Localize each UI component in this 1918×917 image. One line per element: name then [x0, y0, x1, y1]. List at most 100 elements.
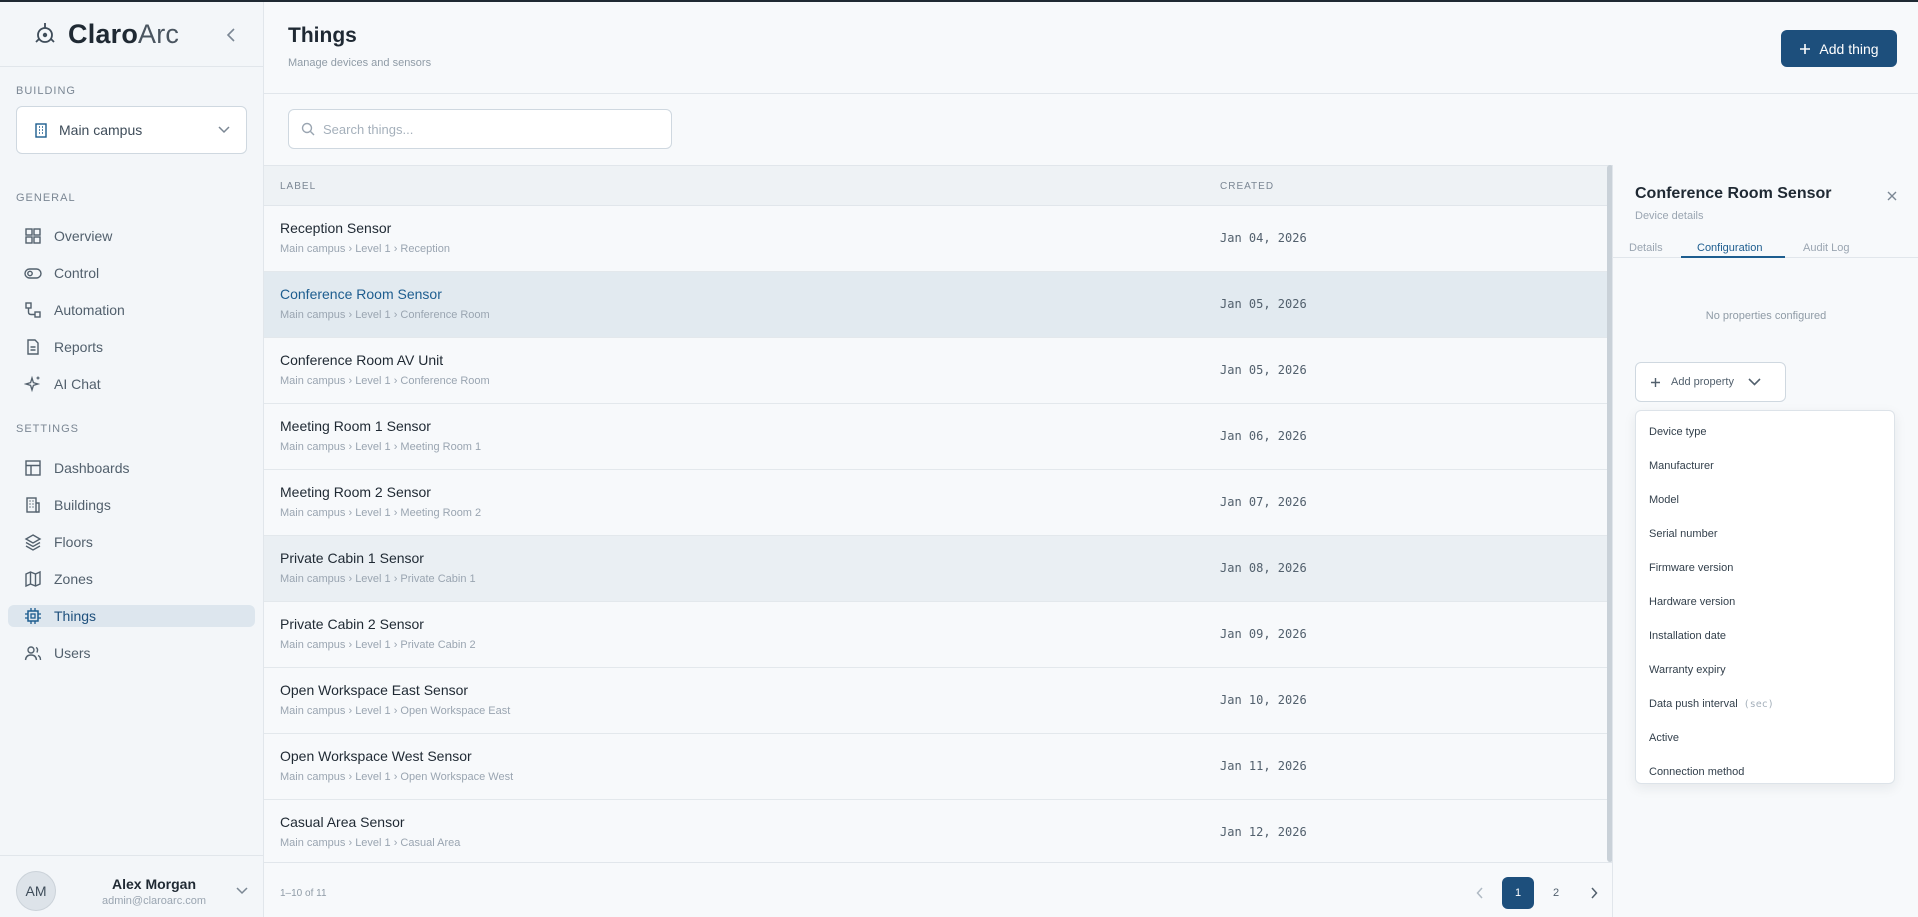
- building-section-label: BUILDING: [16, 85, 76, 97]
- nav-item-ai-chat[interactable]: AI Chat: [8, 373, 255, 395]
- page-header: Things Manage devices and sensors Add th…: [264, 2, 1918, 94]
- add-property-button[interactable]: Add property: [1635, 362, 1786, 402]
- property-option[interactable]: Active: [1636, 721, 1894, 755]
- nav-item-users[interactable]: Users: [8, 642, 255, 664]
- page-button-2[interactable]: 2: [1540, 877, 1572, 909]
- table-header: LABEL CREATED: [264, 166, 1612, 206]
- search-input[interactable]: [323, 121, 653, 137]
- nav-label: Buildings: [54, 497, 111, 513]
- row-title: Meeting Room 2 Sensor: [280, 484, 431, 500]
- table-row[interactable]: Open Workspace East Sensor Main campus › …: [264, 668, 1612, 734]
- tab-details[interactable]: Details: [1629, 242, 1663, 254]
- table-row[interactable]: Casual Area Sensor Main campus › Level 1 …: [264, 800, 1612, 866]
- property-option[interactable]: Warranty expiry: [1636, 653, 1894, 687]
- table-row[interactable]: Meeting Room 2 Sensor Main campus › Level…: [264, 470, 1612, 536]
- plus-icon: [1800, 43, 1811, 54]
- user-email: admin@claroarc.com: [101, 894, 207, 907]
- row-title: Private Cabin 1 Sensor: [280, 550, 424, 566]
- chevron-left-icon: [226, 28, 235, 42]
- sidebar: ClaroArc BUILDING Main campus GENERAL Ov…: [0, 2, 264, 917]
- building-select[interactable]: Main campus: [16, 106, 247, 154]
- thing-detail-panel: Conference Room Sensor Device details De…: [1612, 165, 1918, 917]
- pagination: 1 2: [1464, 877, 1610, 909]
- nav-item-dashboards[interactable]: Dashboards: [8, 457, 255, 479]
- map-icon: [25, 570, 41, 588]
- table-row[interactable]: Open Workspace West Sensor Main campus › …: [264, 734, 1612, 800]
- property-option[interactable]: Firmware version: [1636, 551, 1894, 585]
- brand-name-light: Arc: [138, 18, 180, 49]
- table-row[interactable]: Conference Room Sensor Main campus › Leve…: [264, 272, 1612, 338]
- property-option[interactable]: Device type: [1636, 415, 1894, 449]
- property-option[interactable]: Installation date: [1636, 619, 1894, 653]
- property-option-label: Hardware version: [1649, 596, 1736, 608]
- row-location-path: Main campus › Level 1 › Meeting Room 1: [280, 441, 482, 453]
- nav-item-overview[interactable]: Overview: [8, 225, 255, 247]
- grid-icon: [25, 228, 41, 244]
- next-page-button[interactable]: [1578, 877, 1610, 909]
- property-option-label: Firmware version: [1649, 562, 1734, 574]
- row-created-date: Jan 07, 2026: [1220, 495, 1307, 509]
- column-header-label[interactable]: LABEL: [280, 181, 316, 192]
- property-option[interactable]: Hardware version: [1636, 585, 1894, 619]
- nav-label: Users: [54, 645, 91, 661]
- column-header-created[interactable]: CREATED: [1220, 181, 1274, 192]
- tab-audit-log[interactable]: Audit Log: [1803, 242, 1849, 254]
- chevron-down-icon: [236, 887, 248, 895]
- row-location-path: Main campus › Level 1 › Conference Room: [280, 375, 490, 387]
- logo-icon: [35, 23, 55, 43]
- layout-icon: [25, 460, 41, 476]
- row-location-path: Main campus › Level 1 › Private Cabin 2: [280, 639, 476, 651]
- close-panel-button[interactable]: [1885, 189, 1901, 205]
- sidebar-divider: [0, 855, 264, 856]
- property-option[interactable]: Data push interval (sec): [1636, 687, 1894, 721]
- tab-configuration[interactable]: Configuration: [1697, 242, 1762, 254]
- collapse-sidebar-button[interactable]: [222, 24, 240, 46]
- nav-item-zones[interactable]: Zones: [8, 568, 255, 590]
- property-option-label: Device type: [1649, 426, 1707, 438]
- table-row[interactable]: Reception Sensor Main campus › Level 1 › …: [264, 206, 1612, 272]
- workflow-icon: [25, 302, 41, 318]
- row-created-date: Jan 09, 2026: [1220, 627, 1307, 641]
- table-row[interactable]: Conference Room AV Unit Main campus › Lev…: [264, 338, 1612, 404]
- property-option[interactable]: Connection method: [1636, 755, 1894, 789]
- nav-item-buildings[interactable]: Buildings: [8, 494, 255, 516]
- row-title: Open Workspace East Sensor: [280, 682, 469, 698]
- page-subtitle: Manage devices and sensors: [288, 57, 432, 69]
- user-menu[interactable]: AM Alex Morgan admin@claroarc.com: [16, 871, 248, 911]
- property-option-label: Serial number: [1649, 528, 1718, 540]
- row-title: Conference Room AV Unit: [280, 352, 444, 368]
- nav-label: Automation: [54, 302, 125, 318]
- property-option[interactable]: Serial number: [1636, 517, 1894, 551]
- row-location-path: Main campus › Level 1 › Open Workspace W…: [280, 771, 514, 783]
- table-row[interactable]: Private Cabin 1 Sensor Main campus › Leve…: [264, 536, 1612, 602]
- nav-item-control[interactable]: Control: [8, 262, 255, 284]
- brand-name-bold: Claro: [68, 18, 139, 49]
- nav-item-reports[interactable]: Reports: [8, 336, 255, 358]
- search-box[interactable]: [288, 109, 672, 149]
- panel-tabs: Details Configuration Audit Log: [1613, 240, 1918, 258]
- nav-item-automation[interactable]: Automation: [8, 299, 255, 321]
- row-title: Casual Area Sensor: [280, 814, 405, 830]
- prev-page-button[interactable]: [1464, 877, 1496, 909]
- table-row[interactable]: Private Cabin 2 Sensor Main campus › Leve…: [264, 602, 1612, 668]
- brand-logo[interactable]: ClaroArc: [32, 18, 179, 50]
- nav-label: Floors: [54, 534, 93, 550]
- plus-icon: [1651, 377, 1660, 387]
- property-option[interactable]: Manufacturer: [1636, 449, 1894, 483]
- nav-item-things[interactable]: Things: [8, 605, 255, 627]
- page-button-1[interactable]: 1: [1502, 877, 1534, 909]
- search-icon: [301, 122, 315, 136]
- building-icon: [35, 123, 47, 138]
- toggle-icon: [24, 268, 42, 279]
- nav-label: AI Chat: [54, 376, 101, 392]
- add-thing-button[interactable]: Add thing: [1781, 30, 1897, 67]
- row-title: Meeting Room 1 Sensor: [280, 418, 431, 434]
- pagination-range: 1–10 of 11: [280, 888, 327, 899]
- property-option-hint: (sec): [1743, 698, 1774, 710]
- table-body: Reception Sensor Main campus › Level 1 › …: [264, 206, 1612, 866]
- nav-item-floors[interactable]: Floors: [8, 531, 255, 553]
- property-option[interactable]: Model: [1636, 483, 1894, 517]
- table-row[interactable]: Meeting Room 1 Sensor Main campus › Level…: [264, 404, 1612, 470]
- sparkle-icon: [24, 375, 41, 393]
- property-option-label: Connection method: [1649, 766, 1745, 778]
